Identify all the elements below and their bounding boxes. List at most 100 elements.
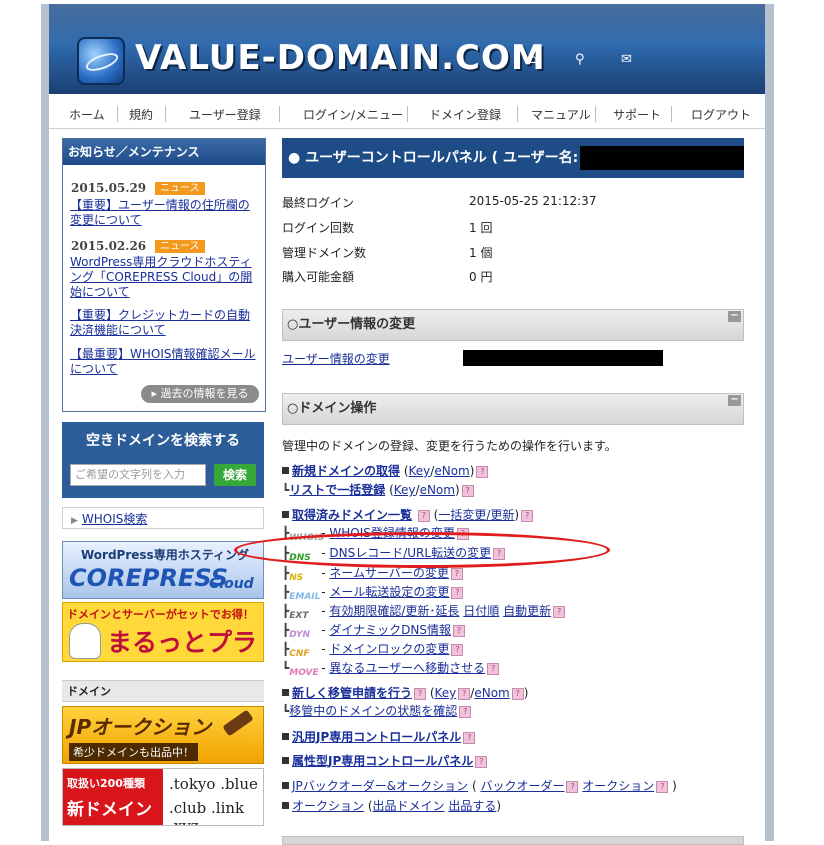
help-icon[interactable]: ? [450,567,463,580]
transfer-status-row: ┗移管中のドメインの状態を確認? [282,702,472,719]
help-icon[interactable]: ? [493,547,506,560]
page-frame: VALUE-DOMAIN.COM ⌂ ⚲ ✉ ホーム 規約 ユーザー登録 ログイ… [41,4,774,845]
auction-link[interactable]: オークション [582,779,654,793]
generic-jp-link[interactable]: 汎用JP専用コントロールパネル [292,730,461,744]
balance-label: 購入可能金額 [282,270,355,284]
help-icon[interactable]: ? [511,687,524,700]
news-link[interactable]: WordPress専用クラウドホスティング「COREPRESS Cloud」の開… [70,255,260,300]
help-icon[interactable]: ? [414,687,427,700]
dns-tag-icon: DNS [289,553,311,563]
move-user-link[interactable]: 異なるユーザーへ移動させる [329,661,485,675]
nav-terms[interactable]: 規約 [129,106,153,123]
nav-manual[interactable]: マニュアル [531,106,591,123]
collapse-icon[interactable]: − [728,395,741,406]
new-domain-banner[interactable]: 取扱い200種類 新ドメイン .tokyo .blue .club .link … [62,768,264,826]
logo-globe-icon[interactable] [77,37,125,85]
key-link[interactable]: Key [435,686,457,700]
help-icon[interactable]: ? [453,624,465,637]
help-icon[interactable]: ? [475,755,488,768]
backorder-link[interactable]: バックオーダー [480,779,564,793]
user-info-section-header: ○ユーザー情報の変更 − [282,309,744,341]
news-link[interactable]: 【重要】ユーザー情報の住所欄の変更について [70,198,260,228]
domain-search-button[interactable]: 検索 [214,464,256,486]
help-icon[interactable]: ? [459,705,472,718]
acquired-list-link[interactable]: 取得済みドメイン一覧 [292,508,412,522]
mail-forward-link[interactable]: メール転送設定の変更 [329,585,449,599]
domain-category-label: ドメイン [62,680,264,702]
listed-domains-link[interactable]: 出品ドメイン [373,799,445,813]
by-date-link[interactable]: 日付順 [463,604,499,618]
nav-home[interactable]: ホーム [69,106,105,123]
login-count-value: 1 回 [469,221,493,235]
maruto-plan-banner[interactable]: ドメインとサーバーがセットでお得！ まるっとプラン [62,602,264,662]
corepress-banner[interactable]: WordPress専用ホスティング COREPRESS Cloud [62,541,264,599]
bulk-list-link[interactable]: リストで一括登録 [289,483,385,497]
help-icon[interactable]: ? [461,484,474,497]
nav-domain-register[interactable]: ドメイン登録 [429,106,501,123]
bulk-change-link[interactable]: 一括変更/更新 [438,508,514,522]
help-icon[interactable]: ? [553,605,566,618]
help-icon[interactable]: ? [451,586,464,599]
expiry-link[interactable]: 有効期限確認/更新･延長 [329,604,459,618]
whois-search-link[interactable]: ▶ WHOIS検索 [62,507,264,529]
auto-renew-link[interactable]: 自動更新 [503,604,551,618]
more-news-button[interactable]: ▸ 過去の情報を見る [141,385,259,403]
bulk-list-row: ┗リストで一括登録 (Key/eNom)? [282,481,474,498]
new-domain-link[interactable]: 新規ドメインの取得 [292,464,400,478]
news-link[interactable]: 【最重要】WHOIS情報確認メールについて [70,347,260,377]
transfer-status-link[interactable]: 移管中のドメインの状態を確認 [289,704,457,718]
help-icon[interactable]: ? [451,643,464,656]
help-icon[interactable]: ? [487,662,500,675]
help-icon[interactable]: ? [456,527,469,540]
user-info-change-link[interactable]: ユーザー情報の変更 [282,350,390,367]
control-panel-title-text: ● ユーザーコントロールパネル ( ユーザー名: [288,150,579,166]
nav-logout[interactable]: ログアウト [691,106,751,123]
key-link[interactable]: Key [409,464,431,478]
help-icon[interactable]: ? [566,780,579,793]
enom-link[interactable]: eNom [474,686,509,700]
top-nav: ホーム 規約 ユーザー登録 ログイン/メニュー ドメイン登録 マニュアル サポー… [49,100,765,129]
whois-change-link[interactable]: WHOIS登録情報の変更 [329,526,455,540]
arrow-right-icon: ▶ [71,516,78,526]
backorder-auction-link[interactable]: JPバックオーダー&オークション [292,779,468,793]
enom-link[interactable]: eNom [420,483,455,497]
domain-lock-link[interactable]: ドメインロックの変更 [329,642,449,656]
login-count-label: ログイン回数 [282,221,355,235]
site-logo[interactable]: VALUE-DOMAIN.COM [135,38,546,78]
collapse-icon[interactable]: − [728,311,741,322]
key-link[interactable]: Key [394,483,416,497]
sell-link[interactable]: 出品する [448,799,496,813]
help-icon[interactable]: ? [476,465,489,478]
home-icon[interactable]: ⌂ [529,52,537,67]
section-title: ○ドメイン操作 [287,401,377,416]
nav-login[interactable]: ログイン/メニュー [303,106,403,123]
move-row: ┗MOVE - 異なるユーザーへ移動させる? [282,659,500,678]
nav-register[interactable]: ユーザー登録 [189,106,261,123]
dns-change-link[interactable]: DNSレコード/URL転送の変更 [329,546,491,560]
dyndns-link[interactable]: ダイナミックDNS情報 [329,623,451,637]
help-icon[interactable]: ? [521,509,534,522]
attr-jp-link[interactable]: 属性型JP専用コントロールパネル [292,754,473,768]
domain-ops-description: 管理中のドメインの登録、変更を行うための操作を行います。 [282,439,617,453]
help-icon[interactable]: ? [463,731,476,744]
more-news-label: 過去の情報を見る [160,387,249,400]
mail-icon[interactable]: ✉ [621,52,632,67]
news-link[interactable]: 【重要】クレジットカードの自動決済機能について [70,308,260,338]
cat-icon [69,623,101,659]
help-icon[interactable]: ? [656,780,669,793]
news-box: お知らせ／メンテナンス 2015.05.29 ニュース 【重要】ユーザー情報の住… [62,138,266,412]
ns-change-row: ┣NS - ネームサーバーの変更? [282,564,463,583]
help-icon[interactable]: ? [458,687,471,700]
jp-auction-banner[interactable]: JPオークション 希少ドメインも出品中！ [62,706,264,764]
nav-support[interactable]: サポート [613,106,661,123]
ns-change-link[interactable]: ネームサーバーの変更 [329,566,449,580]
email-tag-icon: EMAIL [289,592,321,602]
last-login-label: 最終ログイン [282,196,355,210]
help-icon[interactable]: ? [417,509,430,522]
transfer-in-link[interactable]: 新しく移管申請を行う [292,686,412,700]
search-icon[interactable]: ⚲ [575,52,585,67]
auction-link[interactable]: オークション [292,799,364,813]
whois-search-label[interactable]: WHOIS検索 [82,512,148,526]
enom-link[interactable]: eNom [434,464,469,478]
domain-search-input[interactable]: ご希望の文字列を入力 [70,464,206,486]
